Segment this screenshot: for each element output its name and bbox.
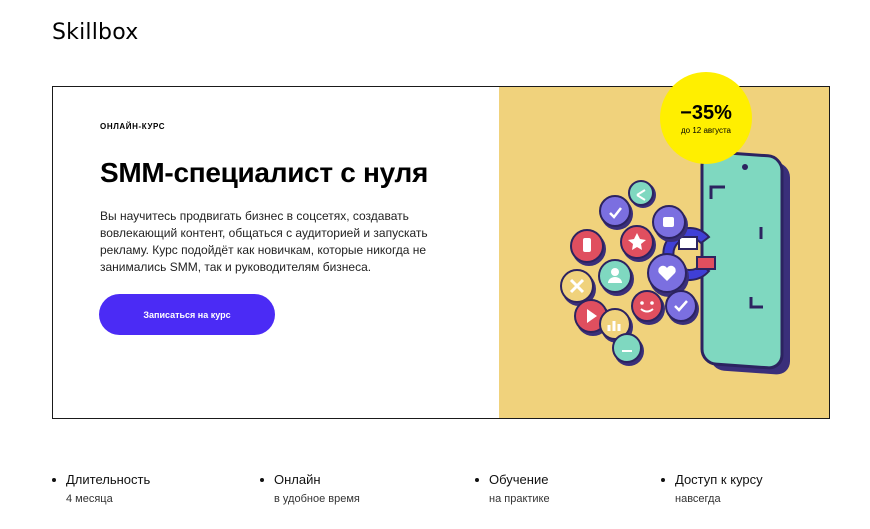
enroll-button[interactable]: Записаться на курс [99, 294, 275, 335]
face-icon [612, 333, 644, 366]
feature-duration: Длительность 4 месяца [52, 472, 150, 505]
feature-access: Доступ к курсу навсегда [661, 472, 763, 505]
feature-subtitle: в удобное время [274, 493, 360, 505]
course-title: SMM-специалист с нуля [100, 157, 429, 188]
feature-title: Доступ к курсу [661, 472, 763, 487]
like-icon [599, 195, 633, 230]
feature-practice: Обучение на практике [475, 472, 550, 505]
phone-small-icon [570, 229, 606, 266]
skillbox-logo[interactable]: Skillbox [52, 20, 138, 45]
star-icon [620, 225, 656, 262]
hero-text-panel: ОНЛАЙН-КУРС SMM-специалист с нуля Вы нау… [53, 87, 499, 418]
discount-badge: −35% до 12 августа [660, 72, 752, 164]
course-description: Вы научитесь продвигать бизнес в соцсетя… [100, 209, 428, 274]
discount-percent: −35% [680, 101, 732, 124]
social-coins [560, 180, 699, 366]
share-icon [628, 180, 656, 208]
feature-subtitle: навсегда [675, 493, 721, 505]
feature-subtitle: на практике [489, 493, 550, 505]
smile-icon [631, 290, 665, 325]
course-type-label: ОНЛАЙН-КУРС [100, 122, 166, 131]
discount-deadline: до 12 августа [680, 125, 731, 135]
check-icon [665, 290, 699, 325]
feature-online: Онлайн в удобное время [260, 472, 360, 505]
user-icon [598, 259, 634, 296]
feature-title: Длительность [52, 472, 150, 487]
feature-subtitle: 4 месяца [66, 493, 113, 505]
feature-title: Онлайн [260, 472, 360, 487]
course-features: Длительность 4 месяца Онлайн в удобное в… [52, 472, 830, 522]
thumbs-up-icon [652, 205, 688, 242]
feature-title: Обучение [475, 472, 550, 487]
